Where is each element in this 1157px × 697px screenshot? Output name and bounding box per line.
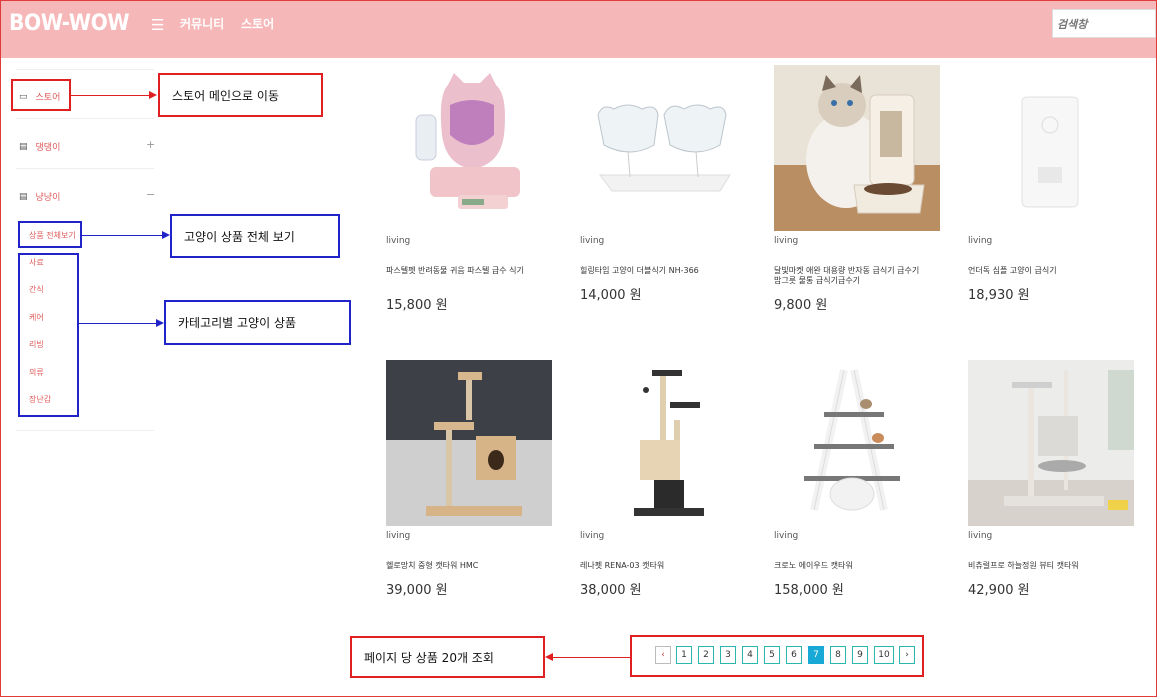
product-category: living: [968, 236, 993, 246]
product-image-cat-tower-sky-garden[interactable]: [968, 360, 1134, 526]
product-image-cat-tower-hmc[interactable]: [386, 360, 552, 526]
arrow-head: [156, 319, 164, 327]
product-image-simple-feeder[interactable]: [968, 65, 1134, 231]
product-category: living: [774, 531, 799, 541]
product-category: living: [386, 531, 411, 541]
callout-cat-all: 고양이 상품 전체 보기: [170, 214, 340, 258]
product-name[interactable]: 헬로망치 중형 캣타워 HMC: [386, 561, 536, 571]
pagination-page[interactable]: 5: [764, 646, 780, 664]
product-card[interactable]: [774, 360, 940, 526]
product-card[interactable]: [774, 65, 940, 231]
product-image-auto-feeder[interactable]: [774, 65, 940, 231]
pagination-page[interactable]: 8: [830, 646, 846, 664]
pagination-next[interactable]: ›: [899, 646, 915, 664]
callout-per-page: 페이지 당 상품 20개 조회: [350, 636, 545, 678]
product-price: 158,000 원: [774, 583, 844, 598]
arrow-head: [545, 653, 553, 661]
product-category: living: [386, 236, 411, 246]
product-name[interactable]: 비츄럴프로 하늘정원 뷰티 캣타워: [968, 561, 1118, 571]
product-category: living: [968, 531, 993, 541]
sidebar-item-cat[interactable]: ▤ 냥냥이: [19, 190, 61, 204]
pagination-page-current[interactable]: 7: [808, 646, 824, 664]
product-price: 42,900 원: [968, 583, 1030, 598]
pagination-page[interactable]: 4: [742, 646, 758, 664]
arrow-line: [71, 95, 149, 96]
callout-store-main: 스토어 메인으로 이동: [158, 73, 323, 117]
pagination-prev[interactable]: ‹: [655, 646, 671, 664]
arrow-line: [82, 235, 162, 236]
product-category: living: [774, 236, 799, 246]
arrow-line: [553, 657, 630, 658]
product-price: 15,800 원: [386, 298, 448, 313]
product-price: 38,000 원: [580, 583, 642, 598]
sidebar-dog-label: 댕댕이: [35, 143, 61, 153]
pagination-page[interactable]: 2: [698, 646, 714, 664]
product-image-double-bowl[interactable]: [580, 65, 746, 231]
product-price: 18,930 원: [968, 288, 1030, 303]
product-price: 39,000 원: [386, 583, 448, 598]
pagination-page[interactable]: 6: [786, 646, 802, 664]
sidebar-divider: [16, 430, 154, 431]
top-header: BOW-WOW ☰ 커뮤니티 스토어 검색창: [1, 1, 1156, 58]
sidebar-divider: [16, 118, 154, 119]
product-price: 14,000 원: [580, 288, 642, 303]
product-name[interactable]: 힐링타임 고양이 더블식기 NH-366: [580, 266, 730, 276]
product-image-cat-tower-a-wood[interactable]: [774, 360, 940, 526]
pagination-page[interactable]: 3: [720, 646, 736, 664]
product-name[interactable]: 크로노 에이우드 캣타워: [774, 561, 924, 571]
sidebar-divider: [16, 168, 154, 169]
callout-cat-category: 카테고리별 고양이 상품: [164, 300, 351, 345]
pagination-page[interactable]: 1: [676, 646, 692, 664]
product-image-cat-tower-rena[interactable]: [580, 360, 746, 526]
highlight-store: [11, 79, 71, 111]
sidebar-cat-label: 냥냥이: [35, 193, 61, 203]
pagination-page[interactable]: 9: [852, 646, 868, 664]
category-icon: ▤: [19, 141, 28, 152]
search-input[interactable]: 검색창: [1052, 9, 1156, 38]
product-card[interactable]: [386, 65, 552, 231]
sidebar-item-dog[interactable]: ▤ 댕댕이: [19, 140, 61, 154]
highlight-cat-all: [18, 221, 82, 248]
expand-icon[interactable]: +: [146, 138, 155, 151]
product-name[interactable]: 파스텔펫 반려동물 귀음 파스텔 급수 식기: [386, 266, 536, 276]
arrow-head: [149, 91, 157, 99]
site-logo[interactable]: BOW-WOW: [9, 11, 130, 36]
product-card[interactable]: [386, 360, 552, 526]
product-card[interactable]: [968, 65, 1134, 231]
product-category: living: [580, 236, 605, 246]
product-category: living: [580, 531, 605, 541]
arrow-head: [162, 231, 170, 239]
product-price: 9,800 원: [774, 298, 828, 313]
product-name[interactable]: 달빛마켓 애완 대용량 반자동 급식기 급수기 밥그릇 물통 급식기급수기: [774, 266, 924, 286]
arrow-line: [79, 323, 156, 324]
nav-community[interactable]: 커뮤니티: [180, 15, 224, 32]
collapse-icon[interactable]: −: [146, 188, 155, 201]
product-card[interactable]: [580, 360, 746, 526]
nav-store[interactable]: 스토어: [241, 15, 274, 32]
product-image-water-dispenser[interactable]: [386, 65, 552, 231]
product-name[interactable]: 언더독 심플 고양이 급식기: [968, 266, 1118, 276]
product-name[interactable]: 레나펫 RENA-03 캣타워: [580, 561, 730, 571]
pagination-page[interactable]: 10: [874, 646, 894, 664]
highlight-cat-categories: [18, 253, 79, 417]
page: BOW-WOW ☰ 커뮤니티 스토어 검색창 ▭ 스토어 ▤ 댕댕이 + ▤ 냥…: [0, 0, 1157, 697]
sidebar-divider: [16, 69, 154, 70]
product-card[interactable]: [968, 360, 1134, 526]
category-icon: ▤: [19, 191, 28, 202]
product-card[interactable]: [580, 65, 746, 231]
hamburger-menu-icon[interactable]: ☰: [151, 16, 164, 34]
